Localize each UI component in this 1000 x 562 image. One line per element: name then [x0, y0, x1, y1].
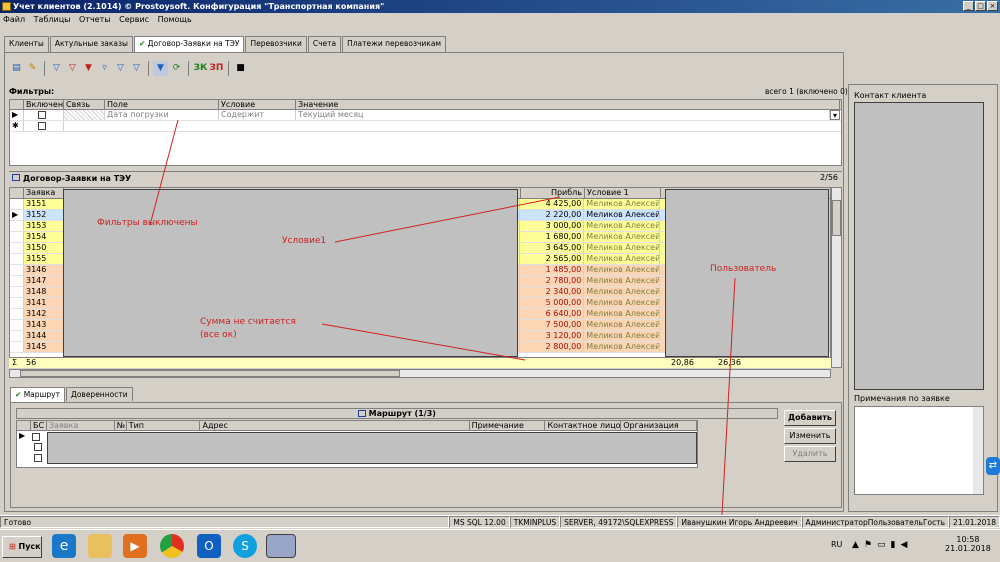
row-pointer-icon: ▶ — [19, 431, 26, 440]
notes-heading: Примечания по заявке — [854, 394, 950, 403]
app-taskbar-icon[interactable] — [266, 534, 296, 558]
status-ready: Готово — [0, 516, 450, 528]
ie-icon[interactable]: e — [52, 534, 76, 558]
language-indicator[interactable]: RU — [831, 540, 842, 549]
col-type[interactable]: Тип — [127, 421, 201, 430]
col-contact[interactable]: Контактное лицо — [545, 421, 622, 430]
header-spacer — [17, 421, 31, 430]
delete-button[interactable]: Удалить — [784, 446, 836, 462]
annotation-sum-line2: (все ок) — [200, 330, 237, 340]
route-row[interactable]: ▶ — [17, 431, 47, 442]
col-note[interactable]: Примечание — [470, 421, 546, 430]
tab-route[interactable]: ✔ Маршрут — [10, 387, 65, 402]
route-checkbox[interactable] — [34, 454, 42, 462]
annotation-line-filters — [149, 119, 179, 226]
annotation-line-condition — [334, 196, 561, 243]
route-row[interactable] — [17, 453, 47, 464]
check-icon: ✔ — [15, 390, 22, 399]
status-server: SERVER, 49172\SQLEXPRESS — [560, 516, 678, 528]
chrome-icon[interactable] — [160, 534, 184, 558]
start-label: Пуск — [18, 542, 41, 551]
collapse-icon[interactable] — [358, 410, 367, 417]
status-date: 21.01.2018 — [949, 516, 1000, 528]
teamviewer-icon[interactable]: ⇄ — [986, 457, 1000, 475]
status-role: АдминистраторПользовательГость — [801, 516, 950, 528]
tab-route-label: Маршрут — [23, 390, 60, 399]
status-bar: Готово MS SQL 12.00 TKMINPLUS SERVER, 49… — [0, 515, 1000, 528]
route-row[interactable] — [17, 442, 47, 453]
add-button[interactable]: Добавить — [784, 410, 836, 426]
contact-heading: Контакт клиента — [854, 91, 927, 100]
tray-time: 10:58 — [956, 535, 980, 544]
taskbar: ⊞ Пуск e ▶ O S RU ▲⚑▭▮◀ 10:58 21.01.2018 — [0, 529, 1000, 562]
col-address[interactable]: Адрес — [200, 421, 470, 430]
annotation-filters-off: Фильтры выключены — [97, 218, 198, 228]
contact-box — [854, 102, 984, 390]
col-route-order[interactable]: Заявка — [47, 421, 115, 430]
route-rows: ▶ — [17, 431, 697, 464]
outlook-icon[interactable]: O — [197, 534, 221, 558]
col-organization[interactable]: Организация — [621, 421, 697, 430]
route-checkbox[interactable] — [32, 433, 40, 441]
status-user: Иванушкин Игорь Андреевич — [677, 516, 802, 528]
route-checkbox-column: ▶ — [17, 431, 47, 464]
redacted-area — [47, 432, 697, 464]
skype-icon[interactable]: S — [233, 534, 257, 558]
route-header-bar: Маршрут (1/3) — [16, 408, 778, 419]
status-db: MS SQL 12.00 — [449, 516, 510, 528]
media-player-icon[interactable]: ▶ — [123, 534, 147, 558]
notes-textarea[interactable] — [854, 406, 984, 495]
tray-date: 21.01.2018 — [945, 544, 991, 553]
windows-icon: ⊞ — [9, 542, 16, 551]
col-bs[interactable]: БС — [31, 421, 47, 430]
col-number[interactable]: № — [115, 421, 127, 430]
notes-scrollbar[interactable] — [973, 407, 983, 494]
tray-clock[interactable]: 10:58 21.01.2018 — [945, 535, 991, 553]
route-tabs: ✔ Маршрут Доверенности — [10, 387, 134, 402]
explorer-icon[interactable] — [88, 534, 112, 558]
start-button[interactable]: ⊞ Пуск — [2, 536, 42, 558]
route-heading: Маршрут (1/3) — [368, 409, 436, 418]
tab-powers-of-attorney[interactable]: Доверенности — [65, 387, 133, 401]
status-database-name: TKMINPLUS — [509, 516, 561, 528]
annotation-condition1: Условие1 — [282, 236, 327, 246]
annotation-line-sum — [321, 323, 526, 361]
tray-icons[interactable]: ▲⚑▭▮◀ — [852, 540, 912, 550]
route-checkbox[interactable] — [34, 443, 42, 451]
annotation-user: Пользователь — [710, 264, 777, 274]
route-header: БС Заявка № Тип Адрес Примечание Контакт… — [17, 421, 697, 431]
edit-button[interactable]: Изменить — [784, 428, 836, 444]
annotation-sum-line1: Сумма не считается — [200, 317, 296, 327]
route-grid: БС Заявка № Тип Адрес Примечание Контакт… — [16, 420, 698, 468]
